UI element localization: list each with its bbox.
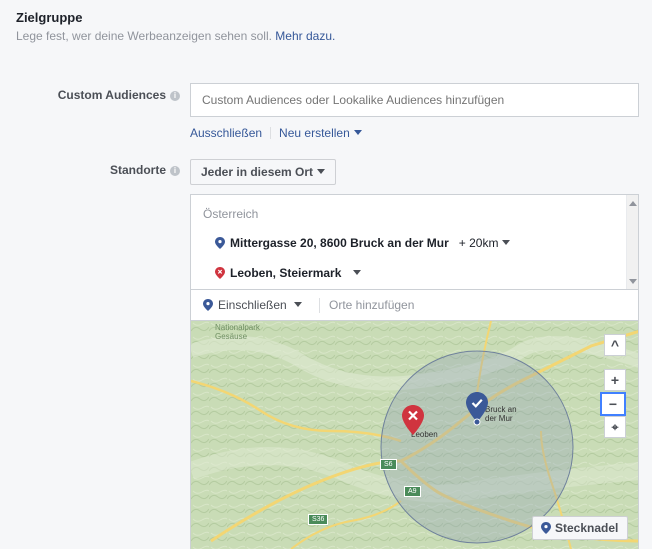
park-label: Nationalpark Gesäuse	[215, 323, 260, 341]
radius-dropdown[interactable]: + 20km	[459, 236, 511, 250]
selected-locations-list: Österreich Mittergasse 20, 8600 Bruck an…	[190, 194, 639, 290]
scrollbar[interactable]	[626, 195, 638, 290]
locations-label-text: Standorte	[109, 163, 166, 177]
create-new-label: Neu erstellen	[279, 126, 350, 140]
plus-icon: +	[610, 372, 620, 388]
chevron-up-icon: ^	[610, 337, 620, 353]
exclude-link[interactable]: Ausschließen	[190, 126, 262, 140]
excluded-location-marker-icon[interactable]	[402, 405, 424, 435]
custom-audiences-input[interactable]	[190, 83, 639, 117]
chevron-down-icon	[293, 302, 302, 307]
create-new-link[interactable]: Neu erstellen	[279, 126, 362, 140]
custom-audiences-links: Ausschließen Neu erstellen	[190, 126, 362, 140]
section-subtitle: Lege fest, wer deine Werbeanzeigen sehen…	[16, 29, 335, 43]
collapse-map-button[interactable]: ^	[604, 334, 626, 356]
drop-pin-button[interactable]: Stecknadel	[532, 516, 629, 540]
location-name: Mittergasse 20, 8600 Bruck an der Mur	[230, 236, 449, 250]
include-mode-label: Einschließen	[218, 298, 287, 312]
location-scope-dropdown[interactable]: Jeder in diesem Ort	[190, 159, 337, 185]
chevron-down-icon[interactable]	[353, 270, 362, 275]
location-search-bar: Einschließen Orte hinzufügen	[190, 289, 639, 321]
location-map[interactable]: Nationalpark Gesäuse Leoben Bruck an der…	[190, 321, 639, 549]
chevron-down-icon	[317, 169, 326, 174]
section-title: Zielgruppe	[16, 10, 83, 25]
custom-audiences-label-text: Custom Audiences	[57, 88, 166, 102]
drop-pin-label: Stecknadel	[555, 521, 619, 535]
add-locations-input[interactable]: Orte hinzufügen	[329, 290, 414, 320]
location-item-bruck[interactable]: Mittergasse 20, 8600 Bruck an der Mur + 2…	[215, 236, 511, 250]
road-shield: A9	[404, 486, 421, 497]
road-shield: S36	[308, 514, 329, 525]
learn-more-link[interactable]: Mehr dazu.	[275, 29, 335, 43]
map-pin-icon	[215, 237, 225, 249]
focus-icon: ⌖	[611, 420, 619, 434]
location-name: Leoben, Steiermark	[230, 266, 342, 280]
zoom-in-button[interactable]: +	[604, 369, 626, 391]
city-label-bruck: Bruck an der Mur	[485, 405, 517, 423]
chevron-down-icon	[502, 240, 511, 245]
map-pin-icon	[203, 299, 213, 311]
scroll-down-arrow-icon[interactable]	[629, 279, 637, 284]
scroll-up-arrow-icon[interactable]	[629, 201, 637, 206]
info-icon[interactable]: i	[170, 91, 180, 101]
minus-icon: −	[608, 396, 618, 412]
road-shield: S6	[380, 459, 397, 470]
divider	[319, 298, 320, 313]
chevron-down-icon	[353, 130, 362, 135]
zoom-out-button[interactable]: −	[600, 392, 626, 416]
location-scope-label: Jeder in diesem Ort	[201, 165, 314, 179]
subtitle-text: Lege fest, wer deine Werbeanzeigen sehen…	[16, 29, 272, 43]
info-icon[interactable]: i	[170, 166, 180, 176]
country-label: Österreich	[203, 207, 259, 221]
locations-label: Standorte i	[40, 163, 180, 177]
link-separator	[270, 127, 272, 139]
fit-bounds-button[interactable]: ⌖	[604, 416, 626, 438]
location-item-leoben[interactable]: Leoben, Steiermark	[215, 266, 362, 280]
excluded-pin-icon	[215, 267, 225, 279]
center-dot-icon	[473, 418, 481, 426]
radius-value: + 20km	[458, 236, 499, 250]
custom-audiences-label: Custom Audiences i	[40, 88, 180, 102]
include-mode-dropdown[interactable]: Einschließen	[203, 290, 302, 320]
map-pin-icon	[541, 522, 551, 534]
